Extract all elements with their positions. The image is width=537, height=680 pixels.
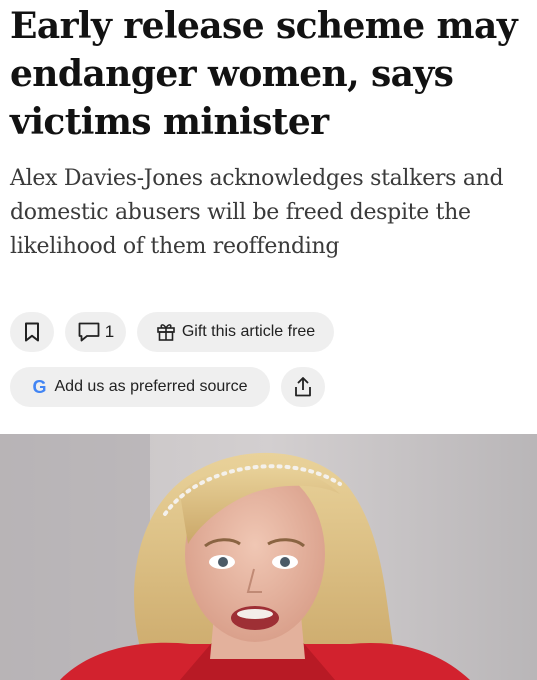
hero-image	[0, 434, 537, 680]
comment-icon	[78, 322, 100, 342]
share-icon	[295, 377, 311, 397]
share-button[interactable]	[281, 367, 325, 407]
bookmark-icon	[25, 322, 39, 342]
save-article-button[interactable]	[10, 312, 54, 352]
standfirst: Alex Davies-Jones acknowledges stalkers …	[10, 166, 504, 259]
gift-article-button[interactable]: Gift this article free	[137, 312, 334, 352]
gift-icon	[157, 324, 175, 341]
preferred-source-label: Add us as preferred source	[54, 378, 248, 395]
gift-label: Gift this article free	[181, 323, 316, 340]
comment-count: 1	[104, 322, 115, 341]
google-icon: G	[32, 377, 47, 397]
preferred-source-button[interactable]: G Add us as preferred source	[10, 367, 270, 407]
comments-button[interactable]: 1	[65, 312, 126, 352]
headline: Early release scheme may endanger women,…	[10, 5, 518, 143]
